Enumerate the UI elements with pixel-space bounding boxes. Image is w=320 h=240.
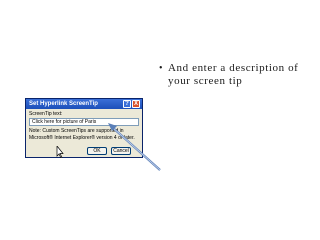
screentip-text-label: ScreenTip text: [29,111,63,117]
dialog-title: Set Hyperlink ScreenTip [29,101,98,107]
bullet-text: And enter a description of your screen t… [168,62,299,87]
mouse-pointer-icon [56,146,64,158]
dialog-titlebar: Set Hyperlink ScreenTip ? X [26,99,142,109]
close-button[interactable]: X [132,100,140,108]
bullet-dot-icon: • [159,63,164,74]
screentip-text-input[interactable]: Click here for picture of Paris [29,118,139,126]
ok-button[interactable]: OK [87,147,107,155]
cancel-button[interactable]: Cancel [111,147,131,155]
slide: • And enter a description of your screen… [0,0,320,240]
note-text: Note: Custom ScreenTips are supported in… [29,128,135,141]
screentip-dialog: Set Hyperlink ScreenTip ? X ScreenTip te… [25,98,143,158]
bullet-item: • And enter a description of your screen… [159,62,308,88]
help-button[interactable]: ? [123,100,131,108]
